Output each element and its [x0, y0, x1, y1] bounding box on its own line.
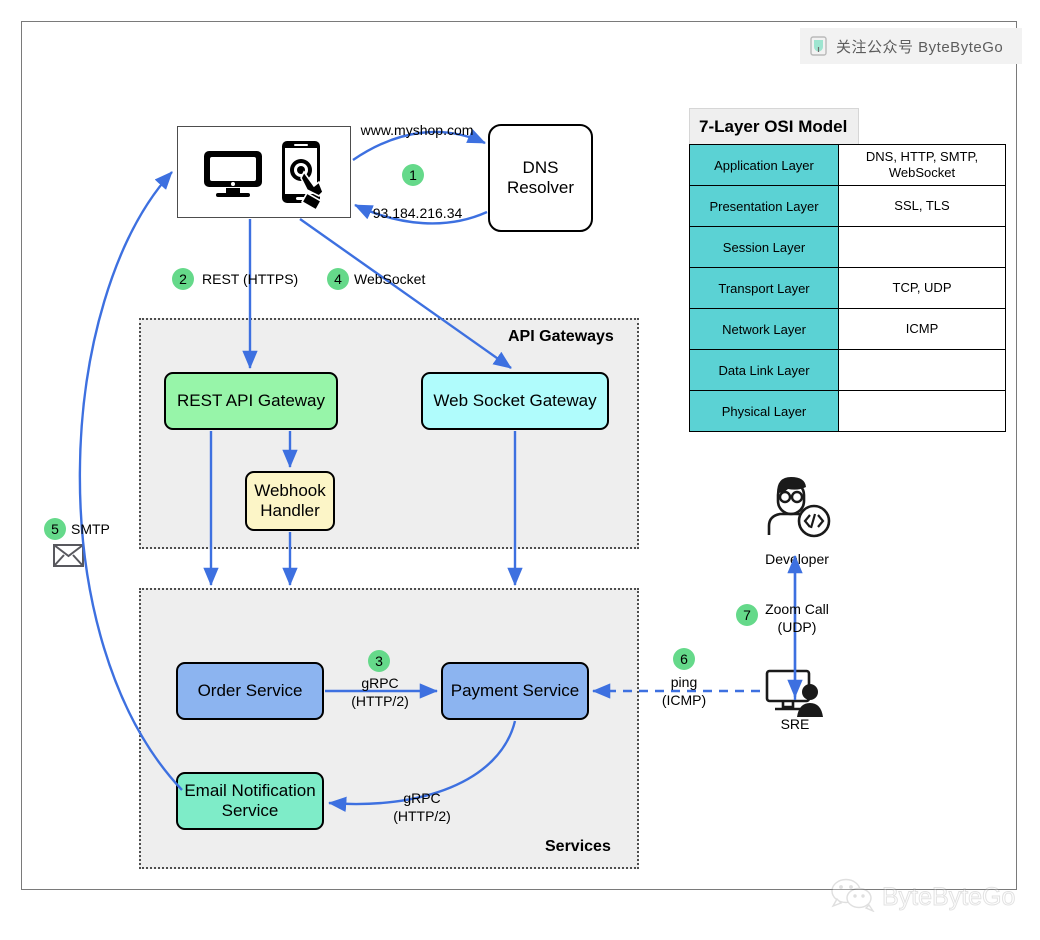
- step-badge-6: 6: [673, 648, 695, 670]
- web-socket-gateway-label: Web Socket Gateway: [433, 390, 597, 410]
- step-badge-5: 5: [44, 518, 66, 540]
- services-group-label: Services: [545, 838, 611, 855]
- order-service-label: Order Service: [197, 680, 303, 700]
- websocket-label: WebSocket: [354, 271, 426, 287]
- watermark-text: 关注公众号 ByteByteGo: [836, 38, 1004, 56]
- envelope-icon: [53, 544, 84, 572]
- osi-layer-name: Physical Layer: [689, 390, 839, 432]
- osi-table: Application Layer DNS, HTTP, SMTP, WebSoc…: [689, 144, 1006, 432]
- osi-layer-name: Presentation Layer: [689, 185, 839, 227]
- osi-layer-protocols: [838, 349, 1006, 391]
- bytebytego-logo-text: ByteByteGo: [881, 882, 1016, 911]
- webhook-handler-label: Webhook Handler: [254, 480, 326, 520]
- web-socket-gateway-node[interactable]: Web Socket Gateway: [421, 372, 609, 430]
- bytebytego-logo: ByteByteGo: [830, 878, 1020, 916]
- osi-layer-name: Transport Layer: [689, 267, 839, 309]
- osi-layer-protocols: [838, 226, 1006, 268]
- sre-label: SRE: [780, 716, 810, 732]
- step-badge-1: 1: [402, 164, 424, 186]
- developer-icon: [762, 473, 832, 544]
- osi-row: Application Layer DNS, HTTP, SMTP, WebSoc…: [689, 144, 1006, 186]
- ping-label: ping (ICMP): [661, 674, 707, 708]
- dns-resolver-label: DNS Resolver: [506, 157, 575, 197]
- osi-row: Network Layer ICMP: [689, 308, 1006, 350]
- osi-layer-name: Data Link Layer: [689, 349, 839, 391]
- osi-layer-protocols: [838, 390, 1006, 432]
- rest-label: REST (HTTPS): [202, 271, 299, 287]
- osi-layer-name: Session Layer: [689, 226, 839, 268]
- rest-api-gateway-node[interactable]: REST API Gateway: [164, 372, 338, 430]
- osi-row: Data Link Layer: [689, 349, 1006, 391]
- api-gateways-group: [139, 318, 639, 549]
- osi-layer-name: Network Layer: [689, 308, 839, 350]
- osi-row: Session Layer: [689, 226, 1006, 268]
- dns-resolver-node[interactable]: DNS Resolver: [488, 124, 593, 232]
- step-badge-2: 2: [172, 268, 194, 290]
- osi-layer-name: Application Layer: [689, 144, 839, 186]
- grpc-order-payment-label: gRPC (HTTP/2): [351, 675, 409, 709]
- smtp-label: SMTP: [71, 521, 110, 537]
- desktop-monitor-icon: [202, 149, 264, 204]
- mobile-phone-tap-icon: [274, 139, 342, 222]
- wechat-badge-icon: [810, 36, 827, 56]
- step-badge-7: 7: [736, 604, 758, 626]
- client-devices-box: [177, 126, 351, 218]
- wechat-icon: [830, 878, 876, 917]
- order-service-node[interactable]: Order Service: [176, 662, 324, 720]
- api-gateways-group-label: API Gateways: [508, 328, 614, 345]
- osi-layer-protocols: SSL, TLS: [838, 185, 1006, 227]
- zoom-call-label: Zoom Call (UDP): [765, 601, 829, 635]
- webhook-handler-node[interactable]: Webhook Handler: [245, 471, 335, 531]
- grpc-payment-email-label: gRPC (HTTP/2): [393, 790, 451, 824]
- osi-layer-protocols: ICMP: [838, 308, 1006, 350]
- osi-row: Transport Layer TCP, UDP: [689, 267, 1006, 309]
- osi-layer-protocols: DNS, HTTP, SMTP, WebSocket: [838, 144, 1006, 186]
- email-notification-service-label: Email Notification Service: [184, 780, 316, 820]
- wechat-watermark: 关注公众号 ByteByteGo: [800, 28, 1022, 64]
- developer-label: Developer: [765, 551, 829, 567]
- step-badge-3: 3: [368, 650, 390, 672]
- osi-row: Presentation Layer SSL, TLS: [689, 185, 1006, 227]
- dns-answer-label: 93.184.216.34: [372, 205, 463, 221]
- payment-service-label: Payment Service: [450, 680, 580, 700]
- rest-api-gateway-label: REST API Gateway: [176, 390, 326, 410]
- email-notification-service-node[interactable]: Email Notification Service: [176, 772, 324, 830]
- payment-service-node[interactable]: Payment Service: [441, 662, 589, 720]
- diagram-canvas: 关注公众号 ByteByteGo 7-Layer OSI Model Appli…: [0, 0, 1040, 940]
- osi-row: Physical Layer: [689, 390, 1006, 432]
- osi-table-title: 7-Layer OSI Model: [689, 108, 859, 144]
- dns-query-label: www.myshop.com: [360, 122, 474, 138]
- step-badge-4: 4: [327, 268, 349, 290]
- osi-layer-protocols: TCP, UDP: [838, 267, 1006, 309]
